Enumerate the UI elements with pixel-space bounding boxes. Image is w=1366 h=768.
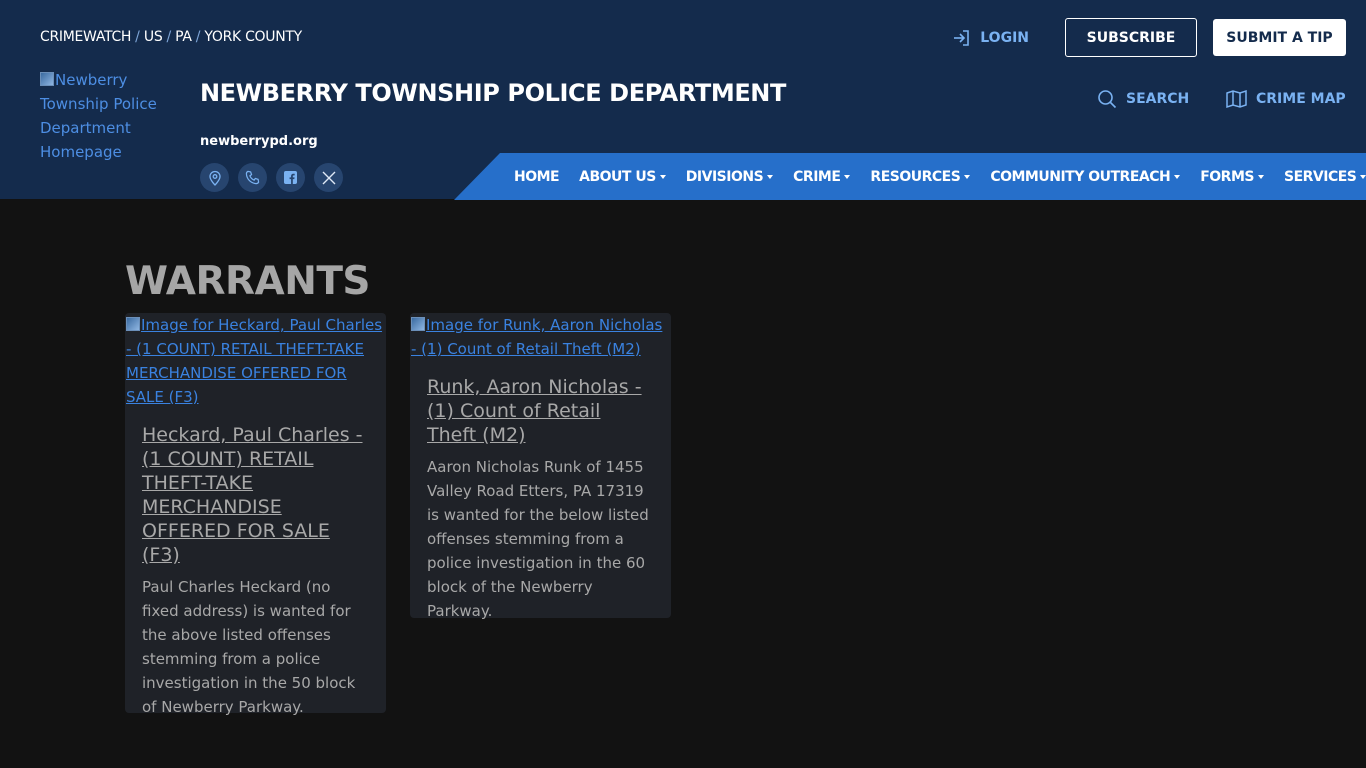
- warrant-image-alt: Image for Runk, Aaron Nicholas - (1) Cou…: [411, 316, 663, 358]
- location-button[interactable]: [200, 163, 229, 192]
- nav-home[interactable]: HOME: [514, 168, 560, 185]
- x-button[interactable]: [314, 163, 343, 192]
- social-links: [200, 163, 352, 192]
- top-actions: LOGIN SUBSCRIBE SUBMIT A TIP: [952, 18, 1346, 57]
- nav-item-label: CRIME: [793, 168, 841, 185]
- caret-down-icon: [964, 174, 971, 179]
- nav-divisions[interactable]: DIVISIONS: [685, 168, 774, 185]
- search-icon: [1098, 90, 1117, 109]
- warrant-card: Image for Heckard, Paul Charles - (1 COU…: [125, 313, 386, 716]
- nav-item-label: COMMUNITY OUTREACH: [990, 168, 1171, 185]
- submit-tip-button[interactable]: SUBMIT A TIP: [1213, 19, 1346, 56]
- breadcrumb-york-county[interactable]: YORK COUNTY: [204, 29, 302, 45]
- map-icon: [1226, 89, 1247, 109]
- breadcrumb: CRIMEWATCH / US / PA / YORK COUNTY: [40, 29, 302, 45]
- nav-items: HOME ABOUT US DIVISIONS CRIME RESOURCES COMMU…: [514, 153, 1366, 200]
- login-label: LOGIN: [980, 29, 1029, 46]
- search-link[interactable]: SEARCH: [1097, 89, 1189, 109]
- warrant-image-link[interactable]: Image for Runk, Aaron Nicholas - (1) Cou…: [410, 313, 671, 361]
- caret-down-icon: [1174, 174, 1181, 179]
- nav-item-label: FORMS: [1200, 168, 1254, 185]
- warrant-card: Image for Runk, Aaron Nicholas - (1) Cou…: [410, 313, 671, 620]
- caret-down-icon: [1257, 174, 1264, 179]
- breadcrumb-pa[interactable]: PA: [175, 29, 192, 45]
- warrant-image-link[interactable]: Image for Heckard, Paul Charles - (1 COU…: [125, 313, 386, 409]
- warrant-description: Aaron Nicholas Runk of 1455 Valley Road …: [427, 458, 649, 620]
- caret-down-icon: [767, 174, 774, 179]
- x-icon: [322, 171, 335, 184]
- broken-image-icon: [40, 72, 54, 86]
- search-label: SEARCH: [1126, 91, 1190, 107]
- breadcrumb-crimewatch[interactable]: CRIMEWATCH: [40, 29, 131, 45]
- broken-image-icon: [411, 317, 425, 331]
- nav-item-label: RESOURCES: [870, 168, 961, 185]
- crime-map-link[interactable]: CRIME MAP: [1226, 89, 1346, 109]
- logo-alt-text: Newberry Township Police Department Home…: [40, 71, 157, 161]
- phone-icon: [245, 170, 260, 185]
- broken-image-icon: [126, 317, 140, 331]
- page-title: WARRANTS: [125, 259, 371, 304]
- department-url[interactable]: newberrypd.org: [200, 134, 318, 149]
- nav-community-outreach[interactable]: COMMUNITY OUTREACH: [990, 168, 1181, 185]
- login-icon: [954, 29, 970, 46]
- warrant-image-alt: Image for Heckard, Paul Charles - (1 COU…: [126, 316, 383, 406]
- warrant-description: Paul Charles Heckard (no fixed address) …: [142, 578, 356, 716]
- department-title[interactable]: NEWBERRY TOWNSHIP POLICE DEPARTMENT: [200, 79, 786, 107]
- site-header: CRIMEWATCH / US / PA / YORK COUNTY LOGIN SUBSC…: [0, 0, 1366, 200]
- nav-forms[interactable]: FORMS: [1200, 169, 1264, 185]
- warrant-title-link[interactable]: Runk, Aaron Nicholas - (1) Count of Reta…: [427, 375, 655, 447]
- breadcrumb-separator: /: [166, 29, 172, 45]
- nav-crime[interactable]: CRIME: [793, 168, 851, 185]
- caret-down-icon: [844, 174, 851, 179]
- breadcrumb-separator: /: [195, 29, 201, 45]
- location-icon: [208, 170, 221, 186]
- breadcrumb-us[interactable]: US: [144, 29, 163, 45]
- breadcrumb-separator: /: [135, 29, 140, 45]
- nav-item-label: ABOUT US: [579, 168, 656, 185]
- nav-services[interactable]: SERVICES: [1284, 169, 1366, 185]
- nav-about-us[interactable]: ABOUT US: [579, 169, 666, 185]
- facebook-icon: [284, 171, 297, 184]
- crime-map-label: CRIME MAP: [1256, 91, 1346, 107]
- nav-item-label: SERVICES: [1283, 168, 1357, 185]
- phone-button[interactable]: [238, 163, 267, 192]
- nav-resources[interactable]: RESOURCES: [870, 168, 971, 185]
- main-nav: HOME ABOUT US DIVISIONS CRIME RESOURCES COMMU…: [454, 153, 1366, 200]
- nav-item-label: DIVISIONS: [685, 168, 764, 185]
- warrant-title-link[interactable]: Heckard, Paul Charles - (1 COUNT) RETAIL…: [142, 423, 370, 567]
- subscribe-button[interactable]: SUBSCRIBE: [1065, 18, 1197, 57]
- facebook-button[interactable]: [276, 163, 305, 192]
- warrant-card-body: Heckard, Paul Charles - (1 COUNT) RETAIL…: [125, 409, 386, 719]
- nav-item-label: HOME: [514, 168, 560, 185]
- caret-down-icon: [659, 174, 666, 179]
- warrant-card-body: Runk, Aaron Nicholas - (1) Count of Reta…: [410, 361, 671, 623]
- caret-down-icon: [1360, 174, 1366, 179]
- department-logo[interactable]: Newberry Township Police Department Home…: [40, 68, 175, 164]
- login-link[interactable]: LOGIN: [952, 28, 1029, 48]
